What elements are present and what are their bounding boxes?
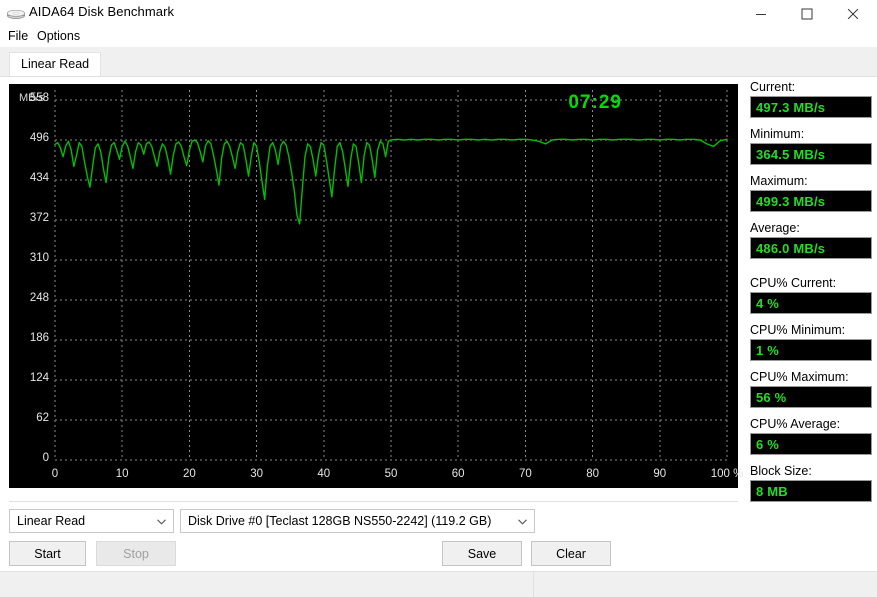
x-axis-tick-label: 80	[586, 468, 599, 480]
aida64-disk-benchmark-window: AIDA64 Disk Benchmark File Options Linea…	[0, 0, 877, 597]
y-axis-tick-label: 310	[29, 252, 49, 264]
stat-value-box: 8 MB	[750, 480, 872, 502]
disk-drive-select[interactable]: Disk Drive #0 [Teclast 128GB NS550-2242]…	[180, 509, 535, 533]
y-axis-tick-label: 248	[29, 292, 49, 304]
stat-label: Minimum:	[750, 127, 805, 141]
x-axis-tick-label: 100 %	[710, 468, 744, 480]
benchmark-mode-value: Linear Read	[17, 514, 86, 528]
y-axis-tick-label: 186	[29, 332, 49, 344]
stat-item: Current: 497.3 MB/s	[750, 80, 872, 118]
stat-label: Block Size:	[750, 464, 812, 478]
stat-value: 486.0 MB/s	[756, 240, 826, 256]
y-axis-tick-label: 496	[29, 132, 49, 144]
x-axis-tick-label: 30	[250, 468, 263, 480]
menu-item-options[interactable]: Options	[32, 28, 85, 44]
stat-value-box: 499.3 MB/s	[750, 190, 872, 212]
stat-value: 6 %	[756, 436, 780, 452]
stat-value-box: 4 %	[750, 292, 872, 314]
stat-value: 4 %	[756, 295, 780, 311]
stat-item: CPU% Maximum: 56 %	[750, 370, 872, 408]
y-axis-tick-label: 558	[29, 92, 49, 104]
stat-value-box: 364.5 MB/s	[750, 143, 872, 165]
stat-item: Maximum: 499.3 MB/s	[750, 174, 872, 212]
y-axis-tick-label: 62	[36, 412, 49, 424]
statistics-panel: Current: 497.3 MB/s Minimum: 364.5 MB/s Maxi…	[750, 80, 872, 511]
x-axis-tick-label: 40	[317, 468, 331, 480]
stat-value-box: 1 %	[750, 339, 872, 361]
stat-label: Current:	[750, 80, 796, 94]
status-bar	[0, 571, 877, 597]
stat-item: Average: 486.0 MB/s	[750, 221, 872, 259]
x-axis-tick-label: 70	[518, 468, 532, 480]
tab-strip: Linear Read	[0, 47, 877, 77]
minimize-button[interactable]	[738, 0, 784, 27]
window-title: AIDA64 Disk Benchmark	[29, 4, 175, 19]
stat-value-box: 486.0 MB/s	[750, 237, 872, 259]
stat-value-box: 56 %	[750, 386, 872, 408]
chart-plot-area	[54, 90, 728, 461]
stat-value: 497.3 MB/s	[756, 99, 826, 115]
stat-label: CPU% Maximum:	[750, 370, 849, 384]
maximize-button[interactable]	[784, 0, 830, 27]
stat-label: Maximum:	[750, 174, 808, 188]
close-icon	[847, 8, 859, 19]
stat-item: Minimum: 364.5 MB/s	[750, 127, 872, 165]
stat-value: 1 %	[756, 342, 780, 358]
chevron-down-icon	[157, 519, 166, 525]
y-axis-tick-label: 124	[29, 372, 49, 384]
minimize-icon	[756, 13, 766, 15]
stat-value: 364.5 MB/s	[756, 146, 826, 162]
stop-button: Stop	[96, 541, 176, 566]
stat-value-box: 6 %	[750, 433, 872, 455]
clear-button[interactable]: Clear	[531, 541, 611, 566]
stat-label: CPU% Current:	[750, 276, 837, 290]
close-button[interactable]	[830, 0, 876, 27]
menu-item-file[interactable]: File	[3, 28, 33, 44]
stat-value: 499.3 MB/s	[756, 193, 826, 209]
disk-drive-value: Disk Drive #0 [Teclast 128GB NS550-2242]…	[188, 514, 492, 528]
start-button[interactable]: Start	[9, 541, 86, 566]
y-axis-tick-label: 0	[42, 452, 49, 464]
stat-value-box: 497.3 MB/s	[750, 96, 872, 118]
x-axis-tick-label: 60	[451, 468, 465, 480]
title-bar: AIDA64 Disk Benchmark	[0, 0, 877, 27]
tab-linear-read[interactable]: Linear Read	[9, 52, 102, 76]
stat-label: CPU% Average:	[750, 417, 841, 431]
x-axis-tick-label: 90	[653, 468, 667, 480]
y-axis-tick-label: 434	[29, 172, 49, 184]
chevron-down-icon	[518, 519, 527, 525]
stat-value: 8 MB	[756, 483, 788, 499]
disk-icon	[7, 9, 25, 19]
stat-item: CPU% Average: 6 %	[750, 417, 872, 455]
stat-value: 56 %	[756, 389, 787, 405]
save-button[interactable]: Save	[442, 541, 522, 566]
maximize-icon	[801, 8, 813, 19]
stat-item: Block Size: 8 MB	[750, 464, 872, 502]
x-axis-tick-label: 20	[182, 468, 196, 480]
stat-item: CPU% Minimum: 1 %	[750, 323, 872, 361]
menu-bar: File Options	[0, 27, 877, 47]
y-axis-tick-label: 372	[29, 212, 49, 224]
x-axis-tick-label: 0	[51, 468, 59, 480]
benchmark-chart: MB/s 07:29 0 62 124 186 248 310 372 434 496 558 0 1…	[9, 84, 743, 488]
stat-label: CPU% Minimum:	[750, 323, 846, 337]
status-bar-divider	[533, 572, 534, 597]
x-axis-tick-label: 10	[115, 468, 129, 480]
stat-item: CPU% Current: 4 %	[750, 276, 872, 314]
controls-separator	[9, 501, 738, 502]
x-axis-tick-label: 50	[384, 468, 398, 480]
benchmark-mode-select[interactable]: Linear Read	[9, 509, 174, 533]
stat-label: Average:	[750, 221, 800, 235]
